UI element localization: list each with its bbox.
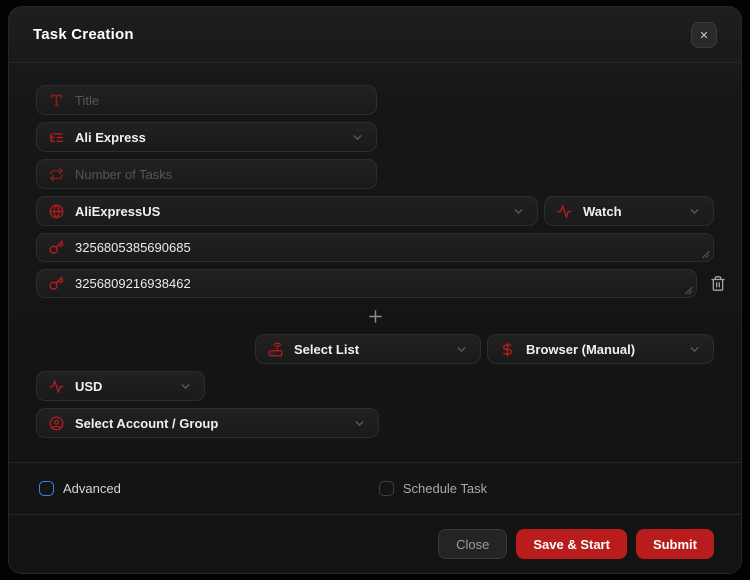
site-value: AliExpressUS bbox=[75, 204, 501, 219]
close-icon bbox=[699, 30, 709, 40]
key-icon bbox=[49, 276, 64, 291]
mode-value: Watch bbox=[583, 204, 677, 219]
product-id-textarea[interactable]: 3256809216938462 bbox=[75, 270, 680, 297]
options-strip: Advanced Schedule Task bbox=[9, 462, 741, 514]
close-modal-button[interactable]: Close bbox=[438, 529, 507, 559]
advanced-label: Advanced bbox=[63, 481, 121, 496]
advanced-checkbox-group[interactable]: Advanced bbox=[39, 481, 121, 496]
list-value: Select List bbox=[294, 342, 444, 357]
num-tasks-input[interactable] bbox=[75, 167, 364, 182]
currency-value: USD bbox=[75, 379, 168, 394]
list-tree-icon bbox=[49, 130, 64, 145]
activity-icon bbox=[557, 204, 572, 219]
list-select[interactable]: Select List bbox=[255, 334, 481, 364]
router-icon bbox=[268, 342, 283, 357]
mode-select[interactable]: Watch bbox=[544, 196, 714, 226]
type-icon bbox=[49, 93, 64, 108]
num-tasks-field[interactable] bbox=[36, 159, 377, 189]
delete-row-button[interactable] bbox=[710, 275, 726, 292]
submit-button[interactable]: Submit bbox=[636, 529, 714, 559]
platform-select[interactable]: Ali Express bbox=[36, 122, 377, 152]
chevron-down-icon bbox=[688, 343, 701, 356]
title-input[interactable] bbox=[75, 93, 364, 108]
chevron-down-icon bbox=[688, 205, 701, 218]
product-id-field[interactable]: 3256809216938462 bbox=[36, 269, 697, 298]
task-creation-modal: Task Creation Ali Express bbox=[8, 6, 742, 574]
account-value: Select Account / Group bbox=[75, 416, 342, 431]
page-title: Task Creation bbox=[33, 26, 134, 43]
plus-icon bbox=[367, 308, 384, 325]
save-start-button[interactable]: Save & Start bbox=[516, 529, 627, 559]
key-icon bbox=[49, 240, 64, 255]
platform-value: Ali Express bbox=[75, 130, 340, 145]
chevron-down-icon bbox=[179, 380, 192, 393]
close-button[interactable] bbox=[691, 22, 717, 48]
product-id-field[interactable]: 3256805385690685 bbox=[36, 233, 714, 262]
repeat-icon bbox=[49, 167, 64, 182]
user-circle-icon bbox=[49, 416, 64, 431]
schedule-task-checkbox[interactable] bbox=[379, 481, 394, 496]
title-field[interactable] bbox=[36, 85, 377, 115]
modal-header: Task Creation bbox=[9, 7, 741, 63]
add-row-button[interactable] bbox=[367, 308, 384, 325]
chevron-down-icon bbox=[353, 417, 366, 430]
chevron-down-icon bbox=[351, 131, 364, 144]
browser-value: Browser (Manual) bbox=[526, 342, 677, 357]
schedule-task-label: Schedule Task bbox=[403, 481, 487, 496]
schedule-checkbox-group[interactable]: Schedule Task bbox=[121, 481, 487, 496]
advanced-checkbox[interactable] bbox=[39, 481, 54, 496]
product-id-textarea[interactable]: 3256805385690685 bbox=[75, 234, 697, 261]
resize-handle-icon[interactable] bbox=[684, 286, 693, 295]
dollar-icon bbox=[500, 342, 515, 357]
activity-icon bbox=[49, 379, 64, 394]
browser-select[interactable]: Browser (Manual) bbox=[487, 334, 714, 364]
modal-footer: Close Save & Start Submit bbox=[9, 514, 741, 573]
site-select[interactable]: AliExpressUS bbox=[36, 196, 538, 226]
chevron-down-icon bbox=[455, 343, 468, 356]
trash-icon bbox=[710, 275, 726, 292]
resize-handle-icon[interactable] bbox=[701, 250, 710, 259]
chevron-down-icon bbox=[512, 205, 525, 218]
currency-select[interactable]: USD bbox=[36, 371, 205, 401]
task-form: Ali Express AliExpressUS bbox=[9, 63, 741, 462]
account-select[interactable]: Select Account / Group bbox=[36, 408, 379, 438]
globe-icon bbox=[49, 204, 64, 219]
